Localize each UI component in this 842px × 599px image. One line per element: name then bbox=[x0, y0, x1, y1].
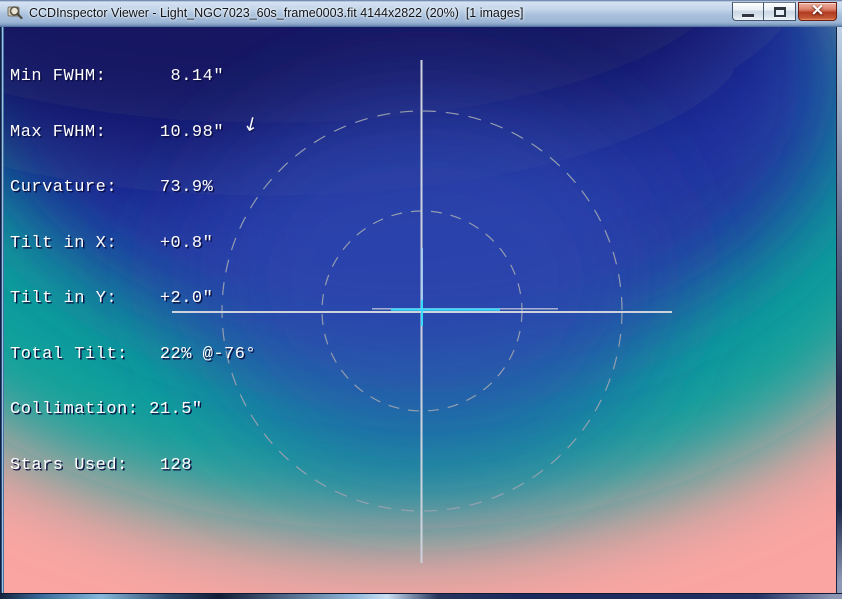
stat-line-collimation: Collimation: 21.5" bbox=[10, 401, 256, 420]
minimize-icon bbox=[742, 14, 754, 17]
stat-line-stars-used: Stars Used: 128 bbox=[10, 457, 256, 476]
map-royal-center-blob bbox=[195, 95, 655, 465]
maximize-button[interactable] bbox=[763, 2, 796, 21]
close-icon: × bbox=[810, 2, 824, 19]
window-border-right bbox=[836, 27, 842, 593]
stat-line-min-fwhm: Min FWHM: 8.14" bbox=[10, 68, 256, 87]
window-controls: × bbox=[732, 2, 837, 21]
stat-line-curvature: Curvature: 73.9% bbox=[10, 179, 256, 198]
stat-line-tilt-y: Tilt in Y: +2.0" bbox=[10, 290, 256, 309]
window-border-left bbox=[0, 27, 4, 593]
stat-line-total-tilt: Total Tilt: 22% @-76° bbox=[10, 346, 256, 365]
app-icon bbox=[7, 4, 24, 21]
minimize-button[interactable] bbox=[732, 2, 763, 21]
stat-line-max-fwhm: Max FWHM: 10.98" bbox=[10, 124, 256, 143]
window-title: CCDInspector Viewer - Light_NGC7023_60s_… bbox=[29, 6, 523, 20]
title-bar[interactable]: CCDInspector Viewer - Light_NGC7023_60s_… bbox=[0, 0, 842, 27]
stat-line-tilt-x: Tilt in X: +0.8" bbox=[10, 235, 256, 254]
close-button[interactable]: × bbox=[798, 2, 837, 21]
ccdinspector-window: Min FWHM: 8.14" Max FWHM: 10.98" Curvatu… bbox=[0, 0, 842, 599]
window-border-bottom bbox=[0, 593, 842, 599]
maximize-icon bbox=[774, 7, 786, 17]
stats-readout: Min FWHM: 8.14" Max FWHM: 10.98" Curvatu… bbox=[10, 31, 256, 512]
